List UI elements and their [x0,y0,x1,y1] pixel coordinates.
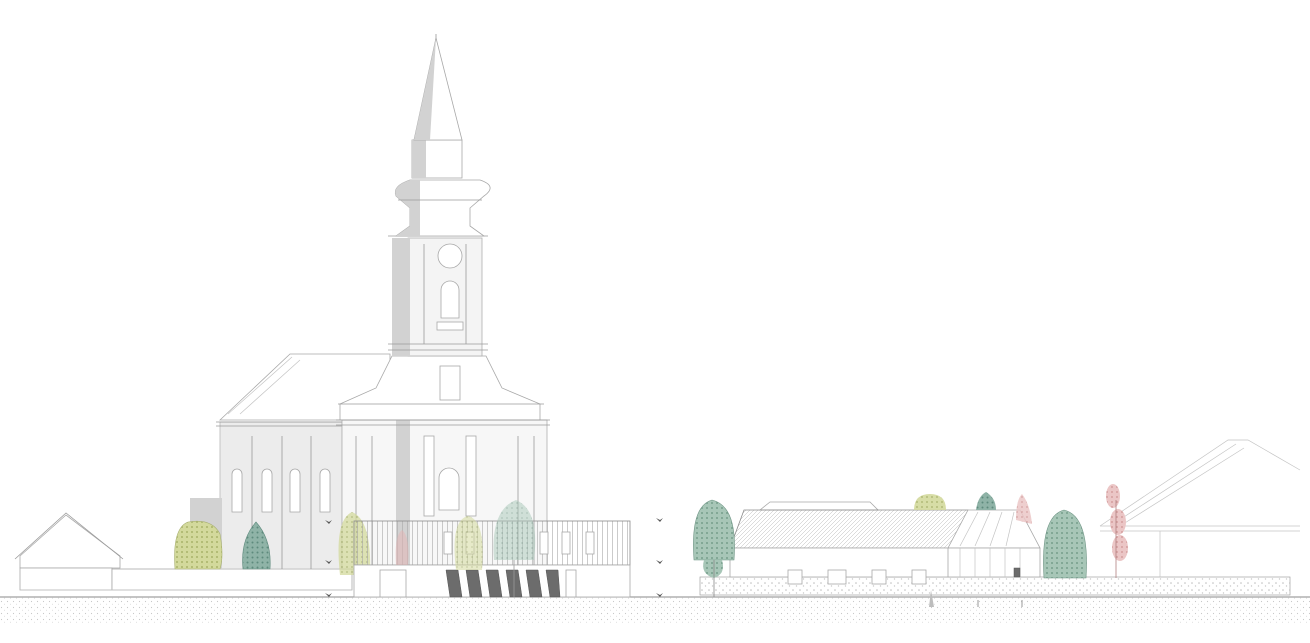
church [190,34,550,570]
farm-buildings-right [699,439,1301,596]
ground [0,596,1310,623]
street-elevation-drawing [0,34,1310,623]
